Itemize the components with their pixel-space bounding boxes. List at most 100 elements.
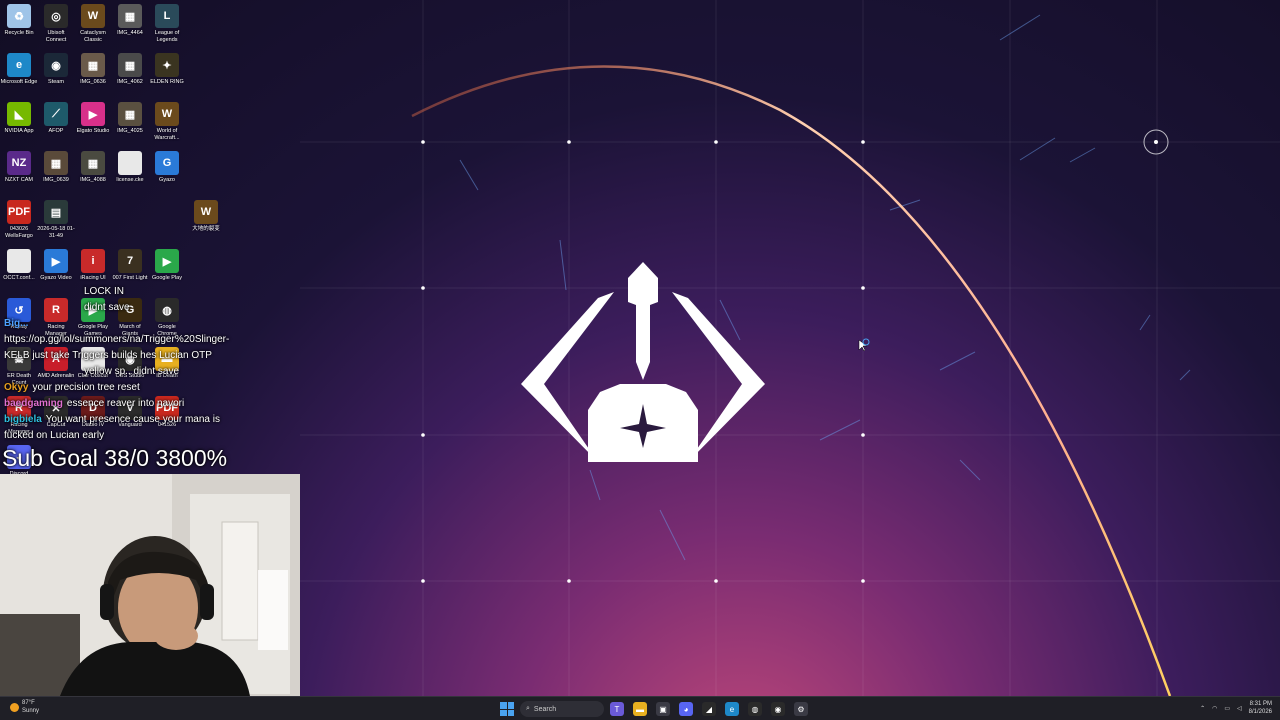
desktop-icon-label: Gyazo Video xyxy=(40,275,72,281)
desktop-icon[interactable]: ✦ ELDEN RING xyxy=(148,53,186,86)
desktop-icon[interactable]: ◣ NVIDIA App xyxy=(0,102,38,135)
discord-icon[interactable]: ◕ xyxy=(679,702,693,716)
teams-icon[interactable]: T xyxy=(610,702,624,716)
desktop-icon-label: IMG_4062 xyxy=(117,79,143,85)
desktop-icon-label: Gyazo xyxy=(159,177,175,183)
start-button[interactable] xyxy=(500,702,514,716)
task-view-icon[interactable]: ▣ xyxy=(656,702,670,716)
chat-message: Big... xyxy=(4,316,244,332)
search-box[interactable]: ⌕ Search xyxy=(520,701,604,717)
desktop-icon-label: 2026-05-18 01-31-49 xyxy=(37,226,75,239)
search-placeholder: Search xyxy=(533,705,557,713)
clock[interactable]: 8:31 PM 8/1/2026 xyxy=(1249,700,1272,716)
desktop-icon[interactable]: ▶ Gyazo Video xyxy=(37,249,75,282)
chat-message: didnt save xyxy=(4,300,244,316)
desktop-icon-label: League of Legends xyxy=(154,30,180,43)
chat-username: Okyy xyxy=(4,382,29,393)
desktop-icon[interactable]: i iRacing UI xyxy=(74,249,112,282)
webcam-overlay xyxy=(0,474,300,696)
desktop-icon[interactable]: ▤ 2026-05-18 01-31-49 xyxy=(37,200,75,240)
ubisoft-icon: ◎ xyxy=(44,4,68,28)
desktop-icon[interactable]: W Cataclysm Classic xyxy=(74,4,112,44)
desktop-icon[interactable]: W World of Warcraft... xyxy=(148,102,186,142)
desktop-icon[interactable]: OCCT.conf... xyxy=(0,249,38,282)
desktop-icon[interactable]: ▦ IMG_4025 xyxy=(111,102,149,135)
chat-message: LOCK IN xyxy=(4,284,244,300)
chat-text: your precision tree reset xyxy=(32,382,140,393)
chat-message: Okyy your precision tree reset xyxy=(4,380,244,396)
wow-icon: W xyxy=(81,4,105,28)
afop-icon: ⟋ xyxy=(44,102,68,126)
game-icon: 7 xyxy=(118,249,142,273)
chrome-icon[interactable]: ◍ xyxy=(748,702,762,716)
desktop-icon-label: IMG_4464 xyxy=(117,30,143,36)
obs-icon[interactable]: ◉ xyxy=(771,702,785,716)
pdf-icon: PDF xyxy=(7,200,31,224)
chevron-up-icon[interactable]: ⌃ xyxy=(1200,705,1205,712)
weather-desc: Sunny xyxy=(22,708,40,714)
volume-icon[interactable]: ◁ xyxy=(1237,705,1242,712)
desktop-icon[interactable]: PDF 043026 WellsFargo xyxy=(0,200,38,240)
desktop-icon-label: iRacing UI xyxy=(80,275,106,281)
desktop-icon[interactable]: NZ NZXT CAM xyxy=(0,151,38,184)
settings-icon[interactable]: ⚙ xyxy=(794,702,808,716)
sun-icon xyxy=(10,702,19,712)
elgato-icon: ▶ xyxy=(81,102,105,126)
elden-ring-icon: ✦ xyxy=(155,53,179,77)
mouse-cursor xyxy=(858,338,870,352)
desktop-icon[interactable]: ▦ IMG_0639 xyxy=(37,151,75,184)
desktop-icon-label: Ubisoft Connect xyxy=(45,30,67,43)
chat-username: baedgaming xyxy=(4,398,63,409)
search-icon: ⌕ xyxy=(526,705,530,712)
desktop-icon-label: Google Play xyxy=(152,275,182,281)
desktop-icon-label: AFOP xyxy=(48,128,64,134)
desktop-icon[interactable]: ▶ Google Play xyxy=(148,249,186,282)
edge-icon[interactable]: e xyxy=(725,702,739,716)
desktop-icon-label: OCCT.conf... xyxy=(3,275,35,281)
desktop-icon[interactable]: ◎ Ubisoft Connect xyxy=(37,4,75,44)
nvidia-icon: ◣ xyxy=(7,102,31,126)
desktop-icon[interactable]: ▶ Elgato Studio xyxy=(74,102,112,135)
photo-icon: ▦ xyxy=(44,151,68,175)
video-icon: ▤ xyxy=(44,200,68,224)
desktop-icon-label: 043026 WellsFargo xyxy=(5,226,33,239)
chat-message: bigbiela You want presence cause your man… xyxy=(4,412,244,444)
system-tray: ⌃ ◠ ▭ ◁ 8:31 PM 8/1/2026 xyxy=(1200,700,1272,716)
desktop-icon[interactable]: license.cke xyxy=(111,151,149,184)
desktop-icon[interactable]: L League of Legends xyxy=(148,4,186,44)
wow-icon: W xyxy=(194,200,218,224)
iracing-icon: i xyxy=(81,249,105,273)
desktop-icon[interactable]: W 大地的裂变 xyxy=(187,200,225,233)
desktop-icon[interactable]: ♻ Recycle Bin xyxy=(0,4,38,37)
weather-widget[interactable]: 87°F Sunny xyxy=(10,699,39,715)
photo-icon: ▦ xyxy=(81,151,105,175)
sub-goal-overlay: Sub Goal 38/0 3800% xyxy=(2,445,228,471)
chat-text: LOCK IN xyxy=(84,286,125,297)
file-icon xyxy=(118,151,142,175)
desktop-icon[interactable]: ◉ Steam xyxy=(37,53,75,86)
wifi-icon[interactable]: ◠ xyxy=(1212,705,1217,712)
chat-text: https://op.gg/lol/summoners/na/Trigger%2… xyxy=(4,334,230,361)
desktop-icon[interactable]: ⟋ AFOP xyxy=(37,102,75,135)
desktop-icon[interactable]: ▦ IMG_0636 xyxy=(74,53,112,86)
chat-text: yellow sp.. didnt save xyxy=(84,366,180,377)
desktop-icon-label: World of Warcraft... xyxy=(154,128,180,141)
chat-text: essence reaver into navori xyxy=(66,398,185,409)
edge-icon: e xyxy=(7,53,31,77)
desktop-icon[interactable]: e Microsoft Edge xyxy=(0,53,38,86)
chat-username: Big... xyxy=(4,318,29,329)
file-explorer-icon[interactable]: ▬ xyxy=(633,702,647,716)
desktop-icon[interactable]: G Gyazo xyxy=(148,151,186,184)
desktop-icon[interactable]: ▦ IMG_4464 xyxy=(111,4,149,37)
clock-time: 8:31 PM xyxy=(1249,701,1272,707)
desktop-icon[interactable]: ▦ IMG_4088 xyxy=(74,151,112,184)
photo-icon: ▦ xyxy=(118,4,142,28)
desktop-icon[interactable]: ▦ IMG_4062 xyxy=(111,53,149,86)
google-play-icon: ▶ xyxy=(155,249,179,273)
elgato-icon[interactable]: ◢ xyxy=(702,702,716,716)
photo-icon: ▦ xyxy=(118,53,142,77)
chat-text: didnt save xyxy=(84,302,130,313)
desktop-icon[interactable]: 7 007 First Light xyxy=(111,249,149,282)
desktop-icon-label: IMG_4025 xyxy=(117,128,143,134)
network-icon[interactable]: ▭ xyxy=(1224,705,1230,712)
